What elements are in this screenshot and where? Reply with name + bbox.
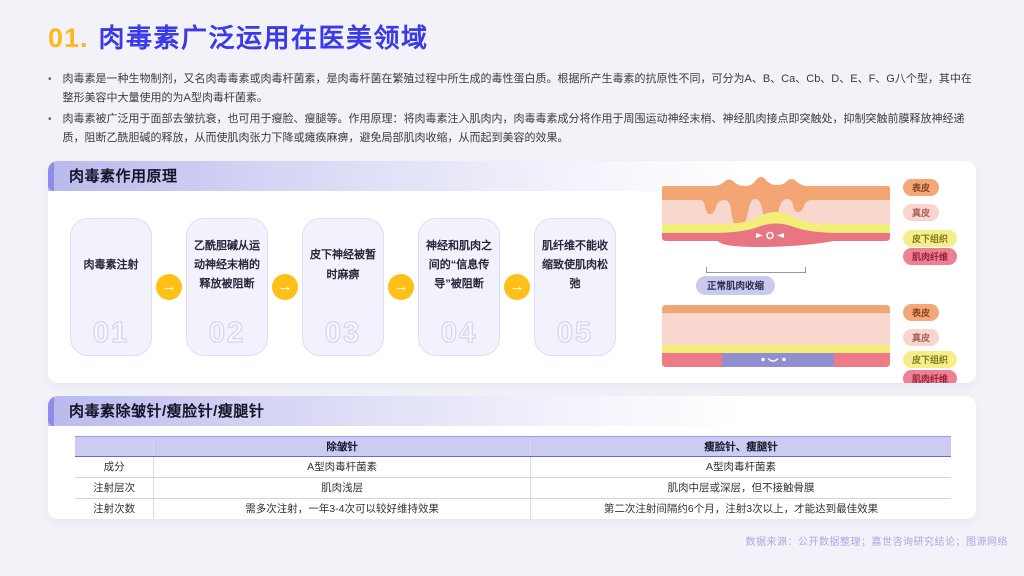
step-number: 02: [208, 316, 246, 349]
table-header-row: 除皱针 瘦脸针、瘦腿针: [75, 435, 951, 457]
bullet-item: • 肉毒素被广泛用于面部去皱抗衰，也可用于瘦脸、瘦腿等。作用原理：将肉毒素注入肌…: [48, 110, 976, 148]
layer-label-dermis: 真皮: [903, 203, 940, 221]
step-number: 01: [92, 316, 130, 349]
needles-card: 肉毒素除皱针/瘦脸针/瘦腿针 除皱针 瘦脸针、瘦腿针 成分 A型肉毒杆菌素 A型…: [48, 395, 976, 519]
title-number: 01.: [48, 23, 89, 53]
table-row: 成分 A型肉毒杆菌素 A型肉毒杆菌素: [75, 456, 951, 478]
step-card-4: 神经和肌肉之间的“信息传导”被阻断 04: [418, 217, 500, 356]
principle-card: 肉毒素作用原理 肉毒素注射 01 → 乙酰胆碱从运动神经末梢的释放被阻断 02 …: [48, 160, 976, 383]
table-cell: 需多次注射，一年3-4次可以较好维持效果: [153, 498, 531, 519]
slide-page: { "icons": { "arrow_right": "→", "bullet…: [0, 0, 1024, 576]
section-title: 肉毒素作用原理: [69, 168, 178, 186]
table-cell: A型肉毒杆菌素: [530, 456, 951, 478]
page-title: 01. 肉毒素广泛运用在医美领域: [48, 18, 976, 55]
step-label: 肌纤维不能收缩致使肌肉松弛: [542, 239, 608, 291]
step-card-1: 肉毒素注射 01: [70, 217, 152, 356]
arrow-glyph: →: [393, 278, 409, 296]
bracket-shape: [706, 266, 806, 273]
skin-illustration-relaxed: [660, 303, 892, 369]
title-text: 肉毒素广泛运用在医美领域: [98, 23, 429, 53]
step-card-3: 皮下神经被暂时麻痹 03: [302, 217, 384, 356]
bullet-text: 肉毒素是一种生物制剂，又名肉毒毒素或肉毒杆菌素，是肉毒杆菌在繁殖过程中所生成的毒…: [62, 73, 972, 104]
step-card-2: 乙酰胆碱从运动神经末梢的释放被阻断 02: [186, 217, 268, 356]
step-number: 03: [324, 316, 362, 349]
arrow-right-icon: →: [504, 273, 530, 300]
table-cell: 肌肉中层或深层，但不接触骨膜: [530, 477, 951, 499]
table-cell: 第二次注射间隔约6个月，注射3次以上，才能达到最佳效果: [530, 498, 951, 519]
section-title: 肉毒素除皱针/瘦脸针/瘦腿针: [69, 403, 265, 421]
layer-label-epidermis: 表皮: [903, 303, 940, 321]
bullet-list: • 肉毒素是一种生物制剂，又名肉毒毒素或肉毒杆菌素，是肉毒杆菌在繁殖过程中所生成…: [48, 70, 976, 148]
layer-label-muscle: 肌肉纤维: [903, 247, 958, 265]
bullet-item: • 肉毒素是一种生物制剂，又名肉毒毒素或肉毒杆菌素，是肉毒杆菌在繁殖过程中所生成…: [48, 70, 976, 108]
arrow-right-icon: →: [272, 273, 298, 300]
comparison-table: 除皱针 瘦脸针、瘦腿针 成分 A型肉毒杆菌素 A型肉毒杆菌素 注射层次 肌肉浅层…: [75, 435, 951, 519]
section-header-needles: 肉毒素除皱针/瘦脸针/瘦腿针: [48, 395, 976, 426]
table-cell: A型肉毒杆菌素: [153, 456, 531, 478]
table-header-cell: [75, 435, 154, 457]
slide: 01. 肉毒素广泛运用在医美领域 • 肉毒素是一种生物制剂，又名肉毒毒素或肉毒杆…: [0, 0, 1024, 576]
step-number: 04: [440, 316, 478, 349]
table-header-cell: 瘦脸针、瘦腿针: [530, 435, 951, 457]
table-cell: 成分: [75, 456, 154, 478]
layer-label-dermis: 真皮: [903, 328, 940, 346]
skin-diagram-normal: 表皮 真皮 皮下组织 肌肉纤维: [660, 176, 976, 265]
step-label: 乙酰胆碱从运动神经末梢的释放被阻断: [194, 239, 260, 291]
layer-label-epidermis: 表皮: [903, 178, 940, 196]
caption-normal-contraction: 正常肌肉收缩: [696, 275, 776, 295]
source-note: 数据来源：公开数据整理；嘉世咨询研究结论；图源网络: [745, 537, 1008, 548]
step-number: 05: [556, 316, 594, 349]
arrow-glyph: →: [509, 278, 525, 296]
layer-label-muscle: 肌肉纤维: [903, 369, 958, 383]
step-label: 神经和肌肉之间的“信息传导”被阻断: [426, 239, 492, 291]
bullet-icon: •: [48, 113, 52, 125]
step-label: 皮下神经被暂时麻痹: [310, 249, 376, 281]
table-header-cell: 除皱针: [153, 435, 531, 457]
step-card-5: 肌纤维不能收缩致使肌肉松弛 05: [534, 217, 616, 356]
layer-label-subcutaneous: 皮下组织: [903, 350, 958, 368]
bullet-text: 肉毒素被广泛用于面部去皱抗衰，也可用于瘦脸、瘦腿等。作用原理：将肉毒素注入肌肉内…: [62, 112, 965, 144]
step-label: 肉毒素注射: [83, 259, 139, 271]
table-cell: 注射次数: [75, 498, 154, 519]
table-row: 注射次数 需多次注射，一年3-4次可以较好维持效果 第二次注射间隔约6个月，注射…: [75, 498, 951, 519]
bullet-icon: •: [48, 74, 52, 85]
step-flow: 肉毒素注射 01 → 乙酰胆碱从运动神经末梢的释放被阻断 02 → 皮下神经被暂…: [70, 217, 616, 356]
comparison-table-wrap: 除皱针 瘦脸针、瘦腿针 成分 A型肉毒杆菌素 A型肉毒杆菌素 注射层次 肌肉浅层…: [48, 426, 976, 519]
table-cell: 肌肉浅层: [153, 477, 531, 499]
skin-diagram: 表皮 真皮 皮下组织 肌肉纤维 正常肌肉收缩 表皮 真皮 皮下组织 肌肉纤维: [660, 176, 976, 383]
table-cell: 注射层次: [75, 477, 154, 499]
skin-diagram-relaxed: 表皮 真皮 皮下组织 肌肉纤维: [660, 303, 976, 383]
arrow-glyph: →: [161, 278, 177, 296]
layer-label-subcutaneous: 皮下组织: [903, 229, 958, 247]
layer-labels: 表皮 真皮 皮下组织 肌肉纤维: [903, 303, 958, 383]
skin-illustration-normal: [660, 176, 892, 252]
arrow-right-icon: →: [388, 273, 414, 300]
arrow-right-icon: →: [156, 273, 182, 300]
table-row: 注射层次 肌肉浅层 肌肉中层或深层，但不接触骨膜: [75, 477, 951, 499]
layer-labels: 表皮 真皮 皮下组织 肌肉纤维: [903, 176, 958, 265]
arrow-glyph: →: [277, 278, 293, 296]
